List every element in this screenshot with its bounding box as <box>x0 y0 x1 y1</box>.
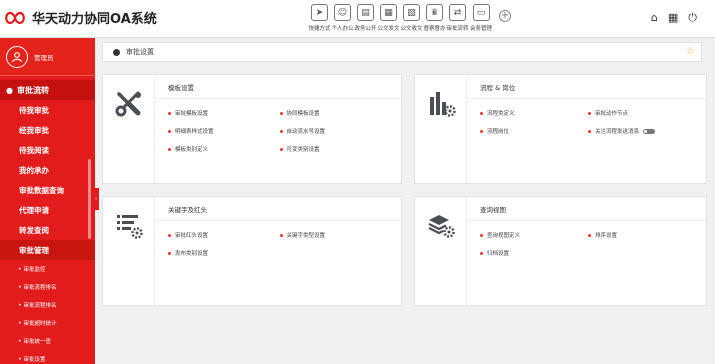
card-template-settings: 模板设置 审批模板设置 协同模板设置 明细表样式设置 自动流水号设置 模板类别定… <box>102 74 402 184</box>
user-icon <box>11 51 23 62</box>
home-icon[interactable]: ⌂ <box>651 11 658 25</box>
user-name: 管理员 <box>34 53 54 62</box>
user-panel[interactable]: 管理员 <box>0 38 95 76</box>
sidebar-item-data-query[interactable]: 审批数据查询 <box>0 180 95 200</box>
sidebar-item-approval-mgmt[interactable]: 审批管理 <box>0 240 95 260</box>
list-gear-icon <box>116 215 143 239</box>
person-icon: ● <box>6 85 13 95</box>
card-title: 流程 & 岗位 <box>467 75 706 99</box>
card-keyword-header: 关键字及红头 审批红头设置 关键字类型设置 发布类别设置 <box>102 196 402 306</box>
link-auto-serial[interactable]: 自动流水号设置 <box>280 127 392 135</box>
card-title: 查询视图 <box>467 197 706 221</box>
app-logo: 华天动力协同OA系统 <box>4 8 157 27</box>
person-icon: ☺ <box>334 4 351 21</box>
card-flow-position: 流程 & 岗位 流程类定义 审批动作节点 流程岗位 关注流程发送消息 <box>414 74 707 184</box>
link-keyword-type[interactable]: 关键字类型设置 <box>280 231 392 239</box>
sidebar-section-approval[interactable]: ● 审批流转 <box>0 80 95 100</box>
grid-icon[interactable]: ▦ <box>668 11 678 25</box>
bar-chart-gear-icon <box>429 92 456 117</box>
sidebar-subitem-timeout-stats[interactable]: 审批超时统计 <box>0 314 95 332</box>
link-flow-category[interactable]: 流程类定义 <box>480 109 588 117</box>
tools-icon <box>115 91 141 117</box>
link-query-view-def[interactable]: 查询视图定义 <box>480 231 588 239</box>
meeting-icon: ▭ <box>472 4 490 21</box>
tool-meeting[interactable]: ▭ 会务管理 <box>469 4 493 32</box>
sidebar-item-my-tasks[interactable]: 我的承办 <box>0 160 95 180</box>
tool-doc-in[interactable]: ▧ 公文收文 <box>400 4 423 32</box>
sidebar-item-approved-by-me[interactable]: 经我审批 <box>0 120 95 140</box>
breadcrumb-current: 审批设置 <box>126 48 154 56</box>
logo-icon <box>5 11 25 24</box>
tool-supervise[interactable]: ♛ 督察督办 <box>423 4 446 32</box>
breadcrumb: 审批设置 ☆ <box>102 42 702 62</box>
layers-gear-icon <box>428 215 455 238</box>
sidebar-collapse-handle[interactable]: ‹ <box>95 188 99 210</box>
sidebar: 管理员 ● 审批流转 待我审批 经我审批 待我阅读 我的承办 审批数据查询 代理… <box>0 38 95 364</box>
top-bar: 华天动力协同OA系统 ➤ 快捷方式 ☺ 个人办公 ▤ 政务公开 ▦ 公文发文 ▧… <box>0 0 715 38</box>
doc-in-icon: ▧ <box>403 4 420 21</box>
sidebar-item-to-read[interactable]: 待我阅读 <box>0 140 95 160</box>
sidebar-item-pending-approval[interactable]: 待我审批 <box>0 100 95 120</box>
card-query-view: 查询视图 查询视图定义 排序设置 归档设置 <box>414 196 707 306</box>
link-detail-table-style[interactable]: 明细表样式设置 <box>168 127 280 135</box>
sidebar-item-forward-view[interactable]: 转发查阅 <box>0 220 95 240</box>
tool-shortcut[interactable]: ➤ 快捷方式 <box>308 4 331 32</box>
sidebar-item-proxy-request[interactable]: 代理申请 <box>0 200 95 220</box>
card-title: 模板设置 <box>155 75 401 99</box>
avatar <box>6 45 28 68</box>
location-icon <box>113 48 120 56</box>
sidebar-subitem-monitor[interactable]: 审批监控 <box>0 260 95 278</box>
paper-plane-icon: ➤ <box>311 4 328 21</box>
tool-doc-out[interactable]: ▦ 公文发文 <box>377 4 400 32</box>
card-title: 关键字及红头 <box>155 197 401 221</box>
doc-out-icon: ▦ <box>380 4 397 21</box>
link-publish-category[interactable]: 发布类别设置 <box>168 249 280 257</box>
link-flow-position[interactable]: 流程岗位 <box>480 127 588 135</box>
link-collab-template[interactable]: 协同模板设置 <box>280 109 392 117</box>
link-approval-template[interactable]: 审批模板设置 <box>168 109 280 117</box>
top-right-actions: ⌂ ▦ ⏻ <box>651 11 697 25</box>
chat-icon: ▤ <box>357 4 374 21</box>
sidebar-scrollbar[interactable] <box>88 159 91 239</box>
sidebar-subitem-settings[interactable]: 审批设置 <box>0 350 95 364</box>
link-follow-flow-message[interactable]: 关注流程发送消息 <box>588 127 696 135</box>
app-title: 华天动力协同OA系统 <box>32 12 157 27</box>
tool-gov-public[interactable]: ▤ 政务公开 <box>354 4 377 32</box>
sidebar-subitem-unified-query[interactable]: 审批统一查 <box>0 332 95 350</box>
sidebar-subitem-flow-rank[interactable]: 审批流程排名 <box>0 278 95 296</box>
link-archive-settings[interactable]: 归档设置 <box>480 249 588 257</box>
link-variable-category[interactable]: 可变类别设置 <box>280 145 392 153</box>
link-approval-action-node[interactable]: 审批动作节点 <box>588 109 696 117</box>
follow-message-toggle[interactable] <box>643 128 656 134</box>
tool-personal[interactable]: ☺ 个人办公 <box>331 4 354 32</box>
link-template-category[interactable]: 模板类别定义 <box>168 145 280 153</box>
tool-approval-flow[interactable]: ⇄ 审批流转 <box>446 4 469 32</box>
sidebar-subitem-flow-rank-2[interactable]: 审批流程排名 <box>0 296 95 314</box>
favorite-star-icon[interactable]: ☆ <box>686 46 695 57</box>
badge-icon: ♛ <box>426 4 443 21</box>
link-red-header[interactable]: 审批红头设置 <box>168 231 280 239</box>
power-icon[interactable]: ⏻ <box>688 11 697 25</box>
module-toolbar: ➤ 快捷方式 ☺ 个人办公 ▤ 政务公开 ▦ 公文发文 ▧ 公文收文 ♛ 督察督… <box>308 4 511 32</box>
add-module-icon[interactable]: + <box>499 10 511 22</box>
link-sort-settings[interactable]: 排序设置 <box>588 231 696 239</box>
flow-icon: ⇄ <box>449 4 466 21</box>
